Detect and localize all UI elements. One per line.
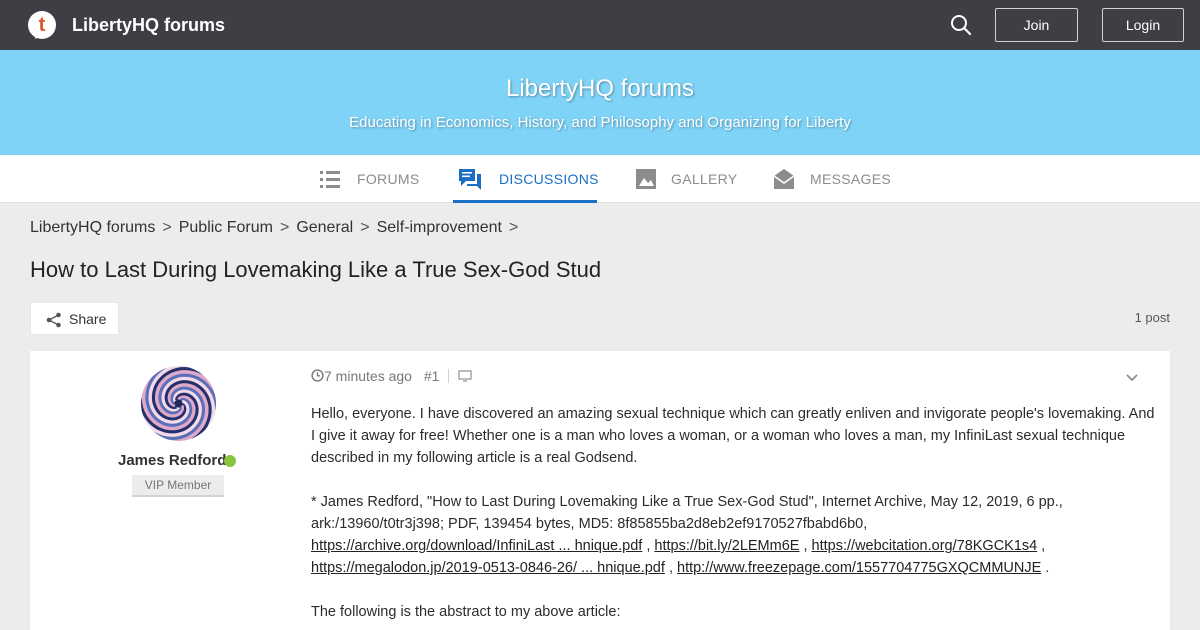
post-count: 1 post [1134, 310, 1170, 325]
discussions-icon [459, 169, 481, 190]
clock-icon [311, 369, 324, 382]
breadcrumb-separator: > [360, 219, 370, 236]
post-paragraph: The following is the abstract to my abov… [311, 604, 621, 620]
share-label: Share [69, 311, 107, 327]
share-button[interactable]: Share [30, 302, 119, 335]
avatar[interactable] [141, 366, 216, 441]
post-link[interactable]: https://archive.org/download/InfiniLast … [311, 538, 642, 554]
post-paragraph: Hello, everyone. I have discovered an am… [311, 406, 1155, 466]
role-badge: VIP Member [132, 475, 224, 497]
tab-discussions-label: DISCUSSIONS [499, 171, 599, 187]
chevron-down-icon[interactable] [1125, 373, 1139, 383]
tab-messages-label: MESSAGES [810, 171, 891, 187]
breadcrumb-item[interactable]: LibertyHQ forums [30, 219, 155, 236]
breadcrumb: LibertyHQ forums > Public Forum > General > Se… [30, 218, 525, 238]
tab-forums-label: FORUMS [357, 171, 420, 187]
site-logo[interactable]: t [28, 11, 56, 41]
breadcrumb-item[interactable]: Self-improvement [377, 219, 502, 236]
join-button[interactable]: Join [995, 8, 1078, 42]
post-meta: 7 minutes ago #1 [311, 367, 473, 385]
breadcrumb-item[interactable]: General [296, 219, 353, 236]
citation-text: * James Redford, "How to Last During Lov… [311, 494, 1063, 532]
link-end: . [1045, 560, 1050, 576]
main-nav: FORUMS DISCUSSIONS GALLERY MESSAGES [0, 155, 1200, 203]
banner-title: LibertyHQ forums [505, 75, 695, 102]
active-tab-indicator [453, 200, 597, 203]
page-title: How to Last During Lovemaking Like a Tru… [30, 257, 602, 282]
breadcrumb-separator: > [279, 219, 290, 236]
tab-gallery[interactable]: GALLERY [635, 155, 738, 203]
link-separator: , [646, 538, 651, 554]
tab-forums[interactable]: FORUMS [318, 155, 420, 203]
link-separator: , [668, 560, 673, 576]
login-button[interactable]: Login [1102, 8, 1184, 42]
online-status-dot [224, 455, 236, 467]
post-card: James Redford VIP Member 7 minutes ago #… [30, 351, 1170, 630]
site-brand[interactable]: LibertyHQ forums [72, 14, 225, 36]
post-citation: * James Redford, "How to Last During Lov… [311, 491, 1156, 579]
author-name[interactable]: James Redford [118, 452, 226, 470]
breadcrumb-item[interactable]: Public Forum [179, 219, 273, 236]
post-link[interactable]: https://bit.ly/2LEMm6E [654, 538, 799, 554]
post-link[interactable]: https://megalodon.jp/2019-0513-0846-26/ … [311, 560, 665, 576]
post-link[interactable]: https://webcitation.org/78KGCK1s4 [812, 538, 1038, 554]
breadcrumb-separator: > [508, 219, 519, 236]
banner-subtitle: Educating in Economics, History, and Phi… [349, 114, 851, 131]
post-time[interactable]: 7 minutes ago [324, 368, 412, 384]
share-icon [46, 312, 61, 328]
tab-discussions[interactable]: DISCUSSIONS [458, 155, 598, 203]
link-separator: , [803, 538, 808, 554]
link-separator: , [1041, 538, 1046, 554]
top-bar: t LibertyHQ forums Join Login [0, 0, 1200, 50]
site-banner: LibertyHQ forums Educating in Economics,… [0, 50, 1200, 155]
post-link[interactable]: http://www.freezepage.com/1557704775GXQC… [677, 560, 1041, 576]
envelope-icon [773, 169, 795, 189]
monitor-icon[interactable] [458, 370, 473, 382]
post-body: Hello, everyone. I have discovered an am… [311, 403, 1156, 630]
search-icon[interactable] [950, 14, 972, 36]
post-number[interactable]: #1 [424, 368, 440, 384]
breadcrumb-separator: > [162, 219, 172, 236]
meta-divider [448, 369, 450, 383]
list-icon [320, 171, 340, 188]
tab-messages[interactable]: MESSAGES [773, 155, 891, 203]
tab-gallery-label: GALLERY [671, 171, 738, 187]
image-icon [636, 169, 656, 189]
